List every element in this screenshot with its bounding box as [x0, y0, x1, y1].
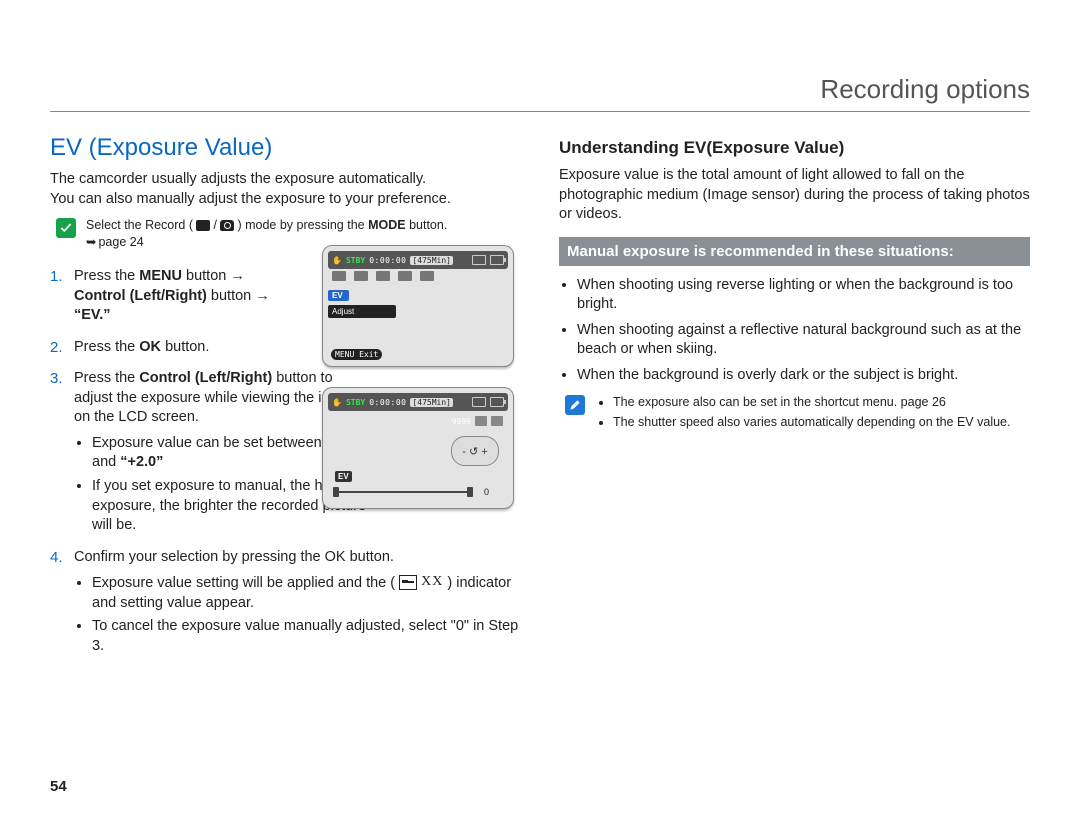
photo-mode-icon: [220, 220, 234, 231]
content-columns: EV (Exposure Value) The camcorder usuall…: [50, 134, 1030, 668]
check-box-icon: [56, 218, 76, 238]
page-ref: page 26: [901, 395, 946, 409]
info-note: The exposure also can be set in the shor…: [565, 394, 1030, 436]
right-column: Understanding EV(Exposure Value) Exposur…: [559, 134, 1030, 668]
adjust-row: Adjust: [328, 305, 396, 318]
status-remain: [475Min]: [410, 256, 453, 265]
control-button-label: Control (Left/Right): [139, 370, 272, 386]
page-ref-arrow-icon: [86, 235, 98, 249]
text: Select the Record (: [86, 218, 193, 232]
ui-icon: [420, 271, 434, 281]
manual-page: Recording options EV (Exposure Value) Th…: [0, 0, 1080, 825]
ok-button-label: OK: [139, 339, 161, 355]
text: button: [186, 268, 230, 284]
hand-icon: ✋: [332, 256, 342, 265]
status-bar: ✋ STBY 0:00:00 [475Min]: [328, 251, 508, 269]
lcd-screen-adjust: ✋ STBY 0:00:00 [475Min] 9999 - ↺ + EV 0: [322, 387, 514, 509]
text: and: [92, 454, 120, 470]
status-stby: STBY: [346, 398, 365, 407]
range-max: “+2.0”: [120, 454, 163, 470]
ui-icon: [491, 416, 503, 426]
page-number: 54: [50, 778, 67, 795]
hand-icon: ✋: [332, 398, 342, 407]
photo-count: 9999: [452, 417, 471, 426]
step-4: Confirm your selection by pressing the O…: [50, 548, 521, 657]
status-time: 0:00:00: [369, 398, 406, 407]
text: Exposure value setting will be applied a…: [92, 575, 395, 591]
exposure-comp-icon: [399, 575, 417, 590]
ev-label: EV: [335, 471, 352, 482]
icon-row: [328, 271, 508, 285]
info-note-2: The shutter speed also varies automatica…: [613, 414, 1010, 431]
lcd-screen-menu: ✋ STBY 0:00:00 [475Min] EV Adjust MENU E…: [322, 245, 514, 367]
text: button: [211, 288, 255, 304]
slash: /: [213, 217, 216, 234]
check-icon: [59, 221, 73, 235]
text: Press the: [74, 370, 139, 386]
info-note-1: The exposure also can be set in the shor…: [613, 394, 1010, 411]
ev-placeholder: XX: [421, 573, 443, 592]
intro-line-2: You can also manually adjust the exposur…: [50, 191, 451, 207]
ev-label: “EV.”: [74, 307, 111, 323]
battery-icon: [490, 397, 504, 407]
info-box-icon: [565, 395, 585, 415]
slider-track: [339, 491, 467, 493]
step-4-sub-1: Exposure value setting will be applied a…: [92, 573, 521, 613]
ev-menu-tag: EV: [328, 290, 349, 301]
section-title: EV (Exposure Value): [50, 134, 521, 162]
situation-3: When the background is overly dark or th…: [577, 366, 1030, 386]
mode-icons: /: [196, 217, 233, 234]
intro-line-1: The camcorder usually adjusts the exposu…: [50, 171, 426, 187]
subsection-title: Understanding EV(Exposure Value): [559, 138, 1030, 158]
text: Confirm your selection by pressing the O…: [74, 549, 394, 565]
mode-button-label: MODE: [368, 218, 406, 232]
battery-icon: [490, 255, 504, 265]
ev-indicator-icon: XX: [399, 573, 443, 592]
video-mode-icon: [196, 220, 210, 231]
ev-dial: - ↺ +: [451, 436, 499, 466]
ui-icon: [376, 271, 390, 281]
ui-icon: [332, 271, 346, 281]
situation-2: When shooting against a reflective natur…: [577, 321, 1030, 360]
recommendation-heading: Manual exposure is recommended in these …: [559, 237, 1030, 266]
situation-1: When shooting using reverse lighting or …: [577, 276, 1030, 315]
sd-card-icon: [472, 255, 486, 265]
arrow-right-icon: →: [230, 268, 245, 284]
step-4-sublist: Exposure value setting will be applied a…: [74, 573, 521, 656]
info-note-list: The exposure also can be set in the shor…: [595, 394, 1010, 436]
arrow-right-icon: →: [255, 288, 270, 304]
status-stby: STBY: [346, 256, 365, 265]
lcd-screens: ✋ STBY 0:00:00 [475Min] EV Adjust MENU E…: [322, 245, 514, 529]
ui-icon: [475, 416, 487, 426]
status-time: 0:00:00: [369, 256, 406, 265]
situation-list: When shooting using reverse lighting or …: [559, 276, 1030, 386]
text: button.: [165, 339, 209, 355]
slider-value: 0: [479, 487, 489, 497]
step-4-sub-2: To cancel the exposure value manually ad…: [92, 617, 521, 656]
ui-icon: [398, 271, 412, 281]
understanding-text: Exposure value is the total amount of li…: [559, 166, 1030, 225]
text: Press the: [74, 268, 139, 284]
text: ) mode by pressing the: [237, 218, 368, 232]
ev-slider: 0: [333, 486, 489, 498]
text: Exposure value can be set between: [92, 435, 326, 451]
menu-exit-label: MENU Exit: [331, 349, 382, 360]
text: Press the: [74, 339, 139, 355]
page-ref: page 24: [98, 235, 143, 249]
menu-button-label: MENU: [139, 268, 182, 284]
status-bar: ✋ STBY 0:00:00 [475Min]: [328, 393, 508, 411]
status-remain: [475Min]: [410, 398, 453, 407]
slider-cap-right-icon: [467, 487, 473, 497]
text: The exposure also can be set in the shor…: [613, 395, 901, 409]
control-button-label: Control (Left/Right): [74, 288, 207, 304]
chapter-title: Recording options: [50, 74, 1030, 112]
sd-card-icon: [472, 397, 486, 407]
photo-count-row: 9999: [452, 416, 503, 426]
intro-text: The camcorder usually adjusts the exposu…: [50, 170, 521, 209]
text: button.: [409, 218, 447, 232]
ui-icon: [354, 271, 368, 281]
pencil-icon: [568, 398, 582, 412]
